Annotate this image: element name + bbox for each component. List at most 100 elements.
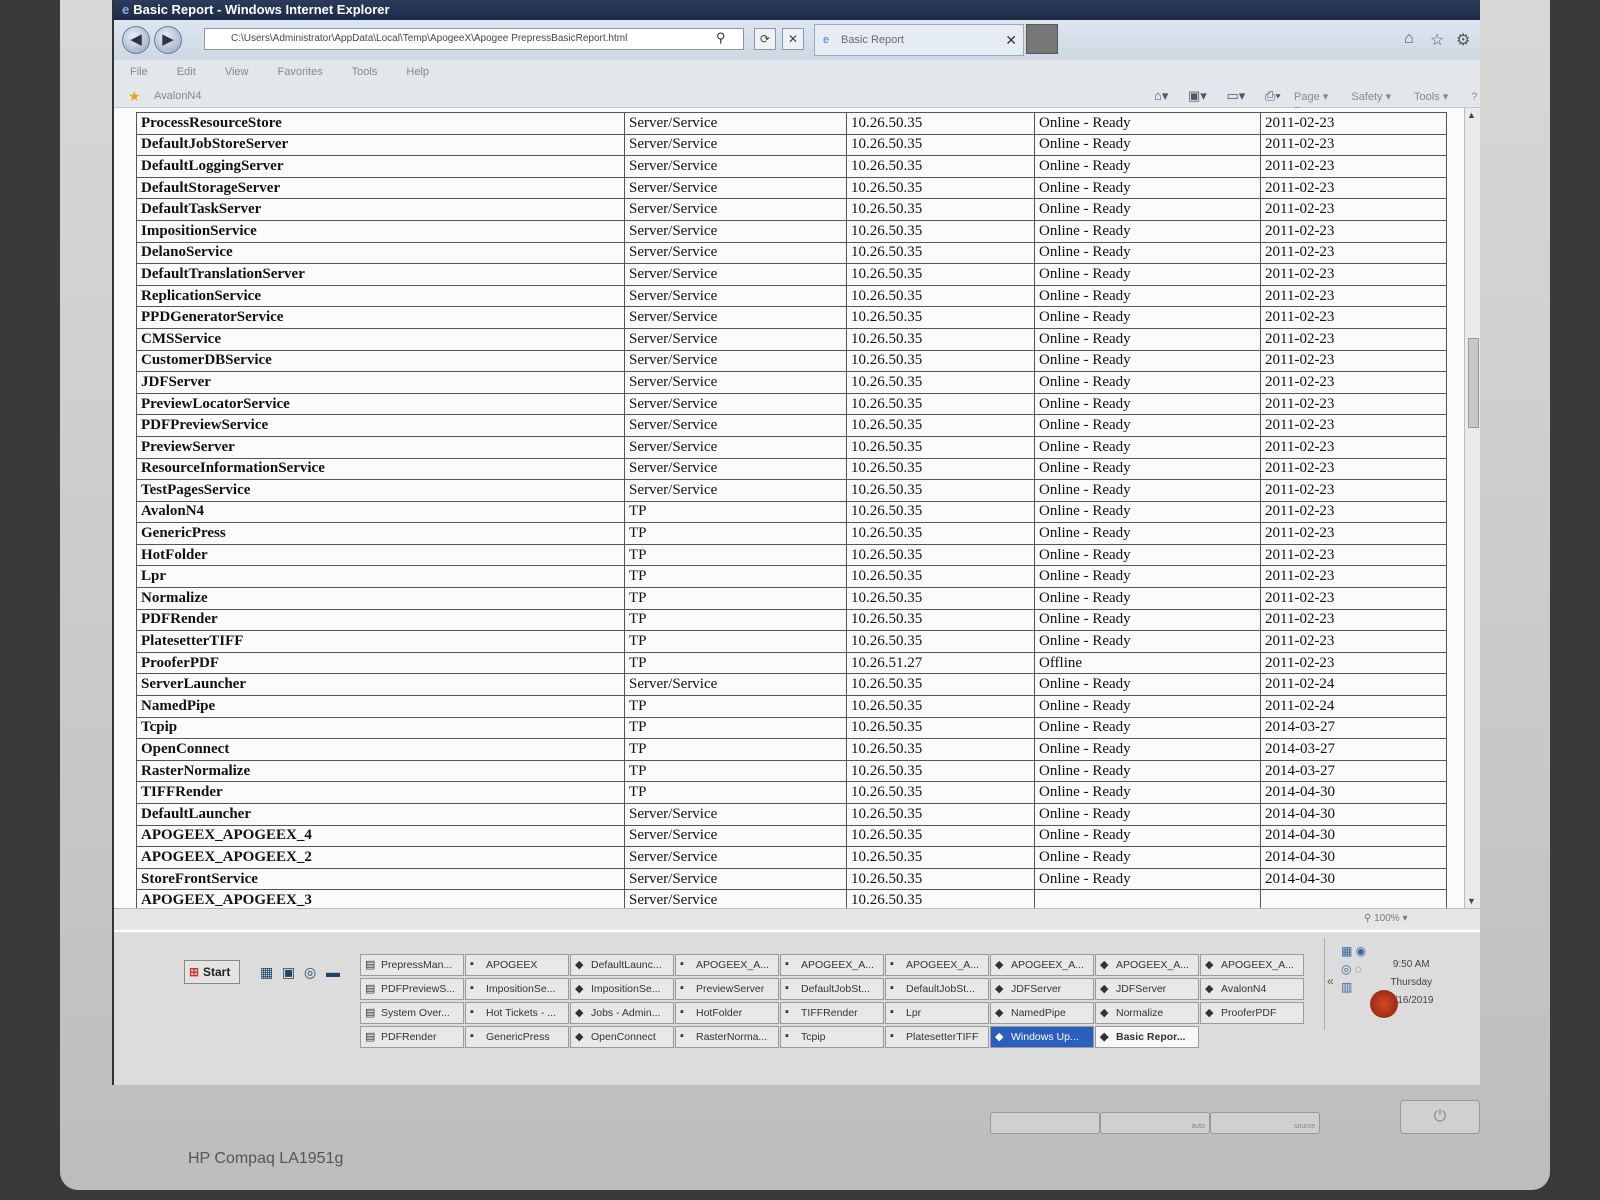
favorites-star-icon[interactable]: ☆ [1430, 30, 1444, 50]
status-cell: Online - Ready [1034, 565, 1261, 589]
scroll-thumb[interactable] [1468, 338, 1479, 428]
app-icon: ▪ [470, 958, 474, 970]
status-cell: Online - Ready [1034, 846, 1261, 869]
taskbar-button[interactable]: ▪ APOGEEX_A... [780, 954, 884, 976]
taskbar-button[interactable]: ▪ DefaultJobSt... [885, 978, 989, 1000]
taskbar-button-label: PDFRender [381, 1031, 437, 1043]
ip-address-cell: 10.26.50.35 [846, 219, 1035, 243]
tray-misc-icon[interactable]: ▥ [1341, 978, 1366, 996]
taskbar-button[interactable]: ▪ APOGEEX [465, 954, 569, 976]
taskbar-button[interactable]: ◆ AvalonN4 [1200, 978, 1304, 1000]
table-row: APOGEEX_APOGEEX_2 Server/Service 10.26.50.… [136, 846, 1447, 869]
tools-menu[interactable]: Tools ▾ [1414, 91, 1448, 103]
monitor-auto-button[interactable]: auto [1100, 1112, 1210, 1134]
zoom-level[interactable]: ⚲ 100% ▾ [1364, 913, 1408, 924]
taskbar-button[interactable]: ◆ JDFServer [1095, 978, 1199, 1000]
search-icon[interactable]: ⚲ [716, 30, 726, 46]
table-row: TIFFRender TP 10.26.50.35 Online - Ready 201… [136, 781, 1447, 804]
taskbar-button[interactable]: ▪ APOGEEX_A... [675, 954, 779, 976]
taskbar-button[interactable]: ▪ RasterNorma... [675, 1026, 779, 1048]
taskbar-button[interactable]: ▤ PrepressMan... [360, 954, 464, 976]
taskbar-button[interactable]: ▪ Lpr [885, 1002, 989, 1024]
taskbar-button[interactable]: ▪ HotFolder [675, 1002, 779, 1024]
ip-address-cell: 10.26.50.35 [846, 435, 1035, 459]
monitor-power-button[interactable]: ⏻ [1400, 1100, 1480, 1134]
taskbar-button[interactable]: ▪ PreviewServer [675, 978, 779, 1000]
taskbar-button[interactable]: ▪ ImpositionSe... [465, 978, 569, 1000]
scroll-down-icon[interactable]: ▼ [1467, 896, 1476, 906]
stop-button[interactable]: ✕ [782, 28, 804, 50]
tray-network-icon[interactable]: ▦ ◉ [1341, 942, 1366, 960]
taskbar-button[interactable]: ◆ Jobs - Admin... [570, 1002, 674, 1024]
close-tab-icon[interactable]: ✕ [1005, 32, 1017, 49]
refresh-button[interactable]: ⟳ [754, 28, 776, 50]
start-button[interactable]: ⊞ Start [184, 960, 240, 984]
tray-expand-icon[interactable]: « [1327, 974, 1334, 988]
taskbar-button[interactable]: ▪ PlatesetterTIFF [885, 1026, 989, 1048]
date-cell: 2011-02-23 [1260, 112, 1447, 135]
monitor-source-button[interactable]: source [1210, 1112, 1320, 1134]
taskbar-button[interactable]: ▪ Hot Tickets - ... [465, 1002, 569, 1024]
mail-icon[interactable]: ▭▾ [1226, 88, 1245, 103]
safety-menu[interactable]: Safety ▾ [1351, 91, 1391, 103]
home-icon[interactable]: ⌂ [1404, 30, 1414, 48]
tray-update-icon[interactable]: ◎ ◌ [1341, 960, 1366, 978]
taskbar-button[interactable]: ◆ APOGEEX_A... [1095, 954, 1199, 976]
taskbar-button[interactable]: ◆ ProoferPDF [1200, 1002, 1304, 1024]
taskbar-button[interactable]: ◆ APOGEEX_A... [1200, 954, 1304, 976]
service-name-cell: Normalize [136, 587, 625, 610]
new-tab-button[interactable] [1026, 24, 1058, 54]
taskbar-button[interactable]: ◆ NamedPipe [990, 1002, 1094, 1024]
windows-flag-icon: ⊞ [189, 965, 200, 979]
taskbar-button[interactable]: ◆ DefaultLaunc... [570, 954, 674, 976]
taskbar-button[interactable]: ◆ APOGEEX_A... [990, 954, 1094, 976]
taskbar-button[interactable]: ▤ System Over... [360, 1002, 464, 1024]
taskbar-button[interactable]: ▪ APOGEEX_A... [885, 954, 989, 976]
taskbar-button-label: JDFServer [1011, 983, 1062, 995]
favorites-icon[interactable]: ★ [128, 88, 141, 105]
gear-icon[interactable]: ⚙ [1456, 30, 1470, 50]
favorites-item[interactable]: AvalonN4 [154, 90, 202, 102]
table-row: CMSService Server/Service 10.26.50.35 Onlin… [136, 327, 1447, 351]
feeds-icon[interactable]: ▣▾ [1188, 88, 1207, 103]
menu-favorites[interactable]: Favorites [278, 66, 323, 78]
menu-view[interactable]: View [225, 66, 249, 78]
page-menu[interactable]: Page ▾ [1294, 91, 1328, 103]
menu-tools[interactable]: Tools [352, 66, 378, 78]
forward-button[interactable]: ▶ [154, 26, 182, 54]
taskbar-button[interactable]: ◆ Normalize [1095, 1002, 1199, 1024]
taskbar-button[interactable]: ▪ GenericPress [465, 1026, 569, 1048]
taskbar-button[interactable]: ◆ JDFServer [990, 978, 1094, 1000]
taskbar-button[interactable]: ▪ Tcpip [780, 1026, 884, 1048]
taskbar-button-label: Hot Tickets - ... [486, 1007, 557, 1019]
taskbar-button[interactable]: ▪ DefaultJobSt... [780, 978, 884, 1000]
scroll-up-icon[interactable]: ▲ [1467, 110, 1476, 120]
menu-help[interactable]: Help [406, 66, 429, 78]
print-icon[interactable]: ⎙▾ [1265, 88, 1281, 103]
menu-file[interactable]: File [130, 66, 148, 78]
home-cmd-icon[interactable]: ⌂▾ [1154, 88, 1168, 103]
taskbar-button[interactable]: ▤ PDFRender [360, 1026, 464, 1048]
address-bar[interactable]: C:\Users\Administrator\AppData\Local\Tem… [204, 28, 744, 50]
quicklaunch-folder-icon[interactable]: ▣ [282, 964, 295, 981]
status-cell: Online - Ready [1034, 284, 1261, 308]
table-row: StoreFrontService Server/Service 10.26.50.… [136, 867, 1447, 891]
monitor-menu-button[interactable] [990, 1112, 1100, 1134]
taskbar-button[interactable]: ▪ TIFFRender [780, 1002, 884, 1024]
taskbar-button[interactable]: ◆ ImpositionSe... [570, 978, 674, 1000]
quicklaunch-explorer-icon[interactable]: ▦ [260, 964, 273, 981]
type-cell: TP [624, 759, 847, 783]
taskbar-button[interactable]: ◆ Windows Up... [990, 1026, 1094, 1048]
tab-basic-report[interactable]: e Basic Report ✕ [814, 24, 1024, 56]
ip-address-cell: 10.26.50.35 [846, 500, 1035, 524]
taskbar-button[interactable]: ◆ OpenConnect [570, 1026, 674, 1048]
quicklaunch-ie-icon[interactable]: ◎ [304, 964, 316, 981]
back-button[interactable]: ◀ [122, 26, 150, 54]
quicklaunch-desktop-icon[interactable]: ▬ [326, 964, 340, 980]
app-icon: ▪ [680, 958, 684, 970]
service-name-cell: OpenConnect [136, 738, 625, 761]
taskbar-button[interactable]: ◆ Basic Repor... [1095, 1026, 1199, 1048]
taskbar-button[interactable]: ▤ PDFPreviewS... [360, 978, 464, 1000]
menu-edit[interactable]: Edit [177, 66, 196, 78]
vertical-scrollbar[interactable]: ▲ ▼ [1464, 108, 1480, 908]
